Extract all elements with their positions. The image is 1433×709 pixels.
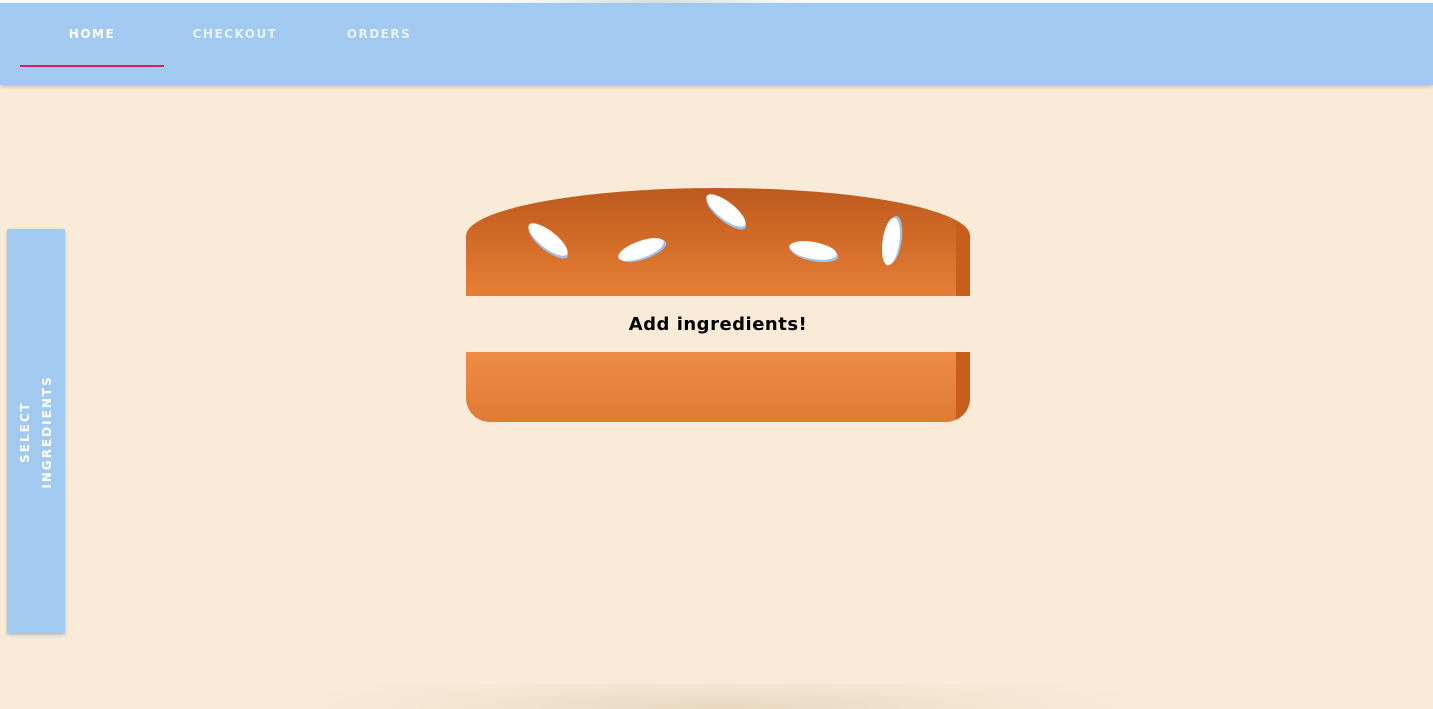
burger-preview: Add ingredients!	[466, 188, 970, 422]
bun-bottom	[466, 352, 970, 422]
tab-checkout[interactable]: CHECKOUT	[163, 3, 307, 65]
bun-top	[466, 188, 970, 296]
tab-orders[interactable]: ORDERS	[307, 3, 451, 65]
empty-burger-message-band: Add ingredients!	[466, 296, 970, 352]
sesame-seed-icon	[701, 189, 751, 232]
add-ingredients-message: Add ingredients!	[628, 313, 808, 335]
top-navbar: HOME CHECKOUT ORDERS	[0, 3, 1433, 85]
build-controls-panel	[295, 684, 1145, 709]
select-ingredients-label: SELECT INGREDIENTS	[18, 374, 54, 489]
app-page: HOME CHECKOUT ORDERS SELECT INGREDIENTS …	[0, 0, 1433, 709]
sesame-seed-icon	[615, 233, 667, 266]
tab-home[interactable]: HOME	[20, 3, 164, 67]
select-ingredients-button[interactable]: SELECT INGREDIENTS	[7, 229, 65, 634]
sesame-seed-icon	[787, 237, 839, 264]
sesame-seed-icon	[523, 218, 573, 261]
sesame-seed-icon	[879, 216, 903, 267]
